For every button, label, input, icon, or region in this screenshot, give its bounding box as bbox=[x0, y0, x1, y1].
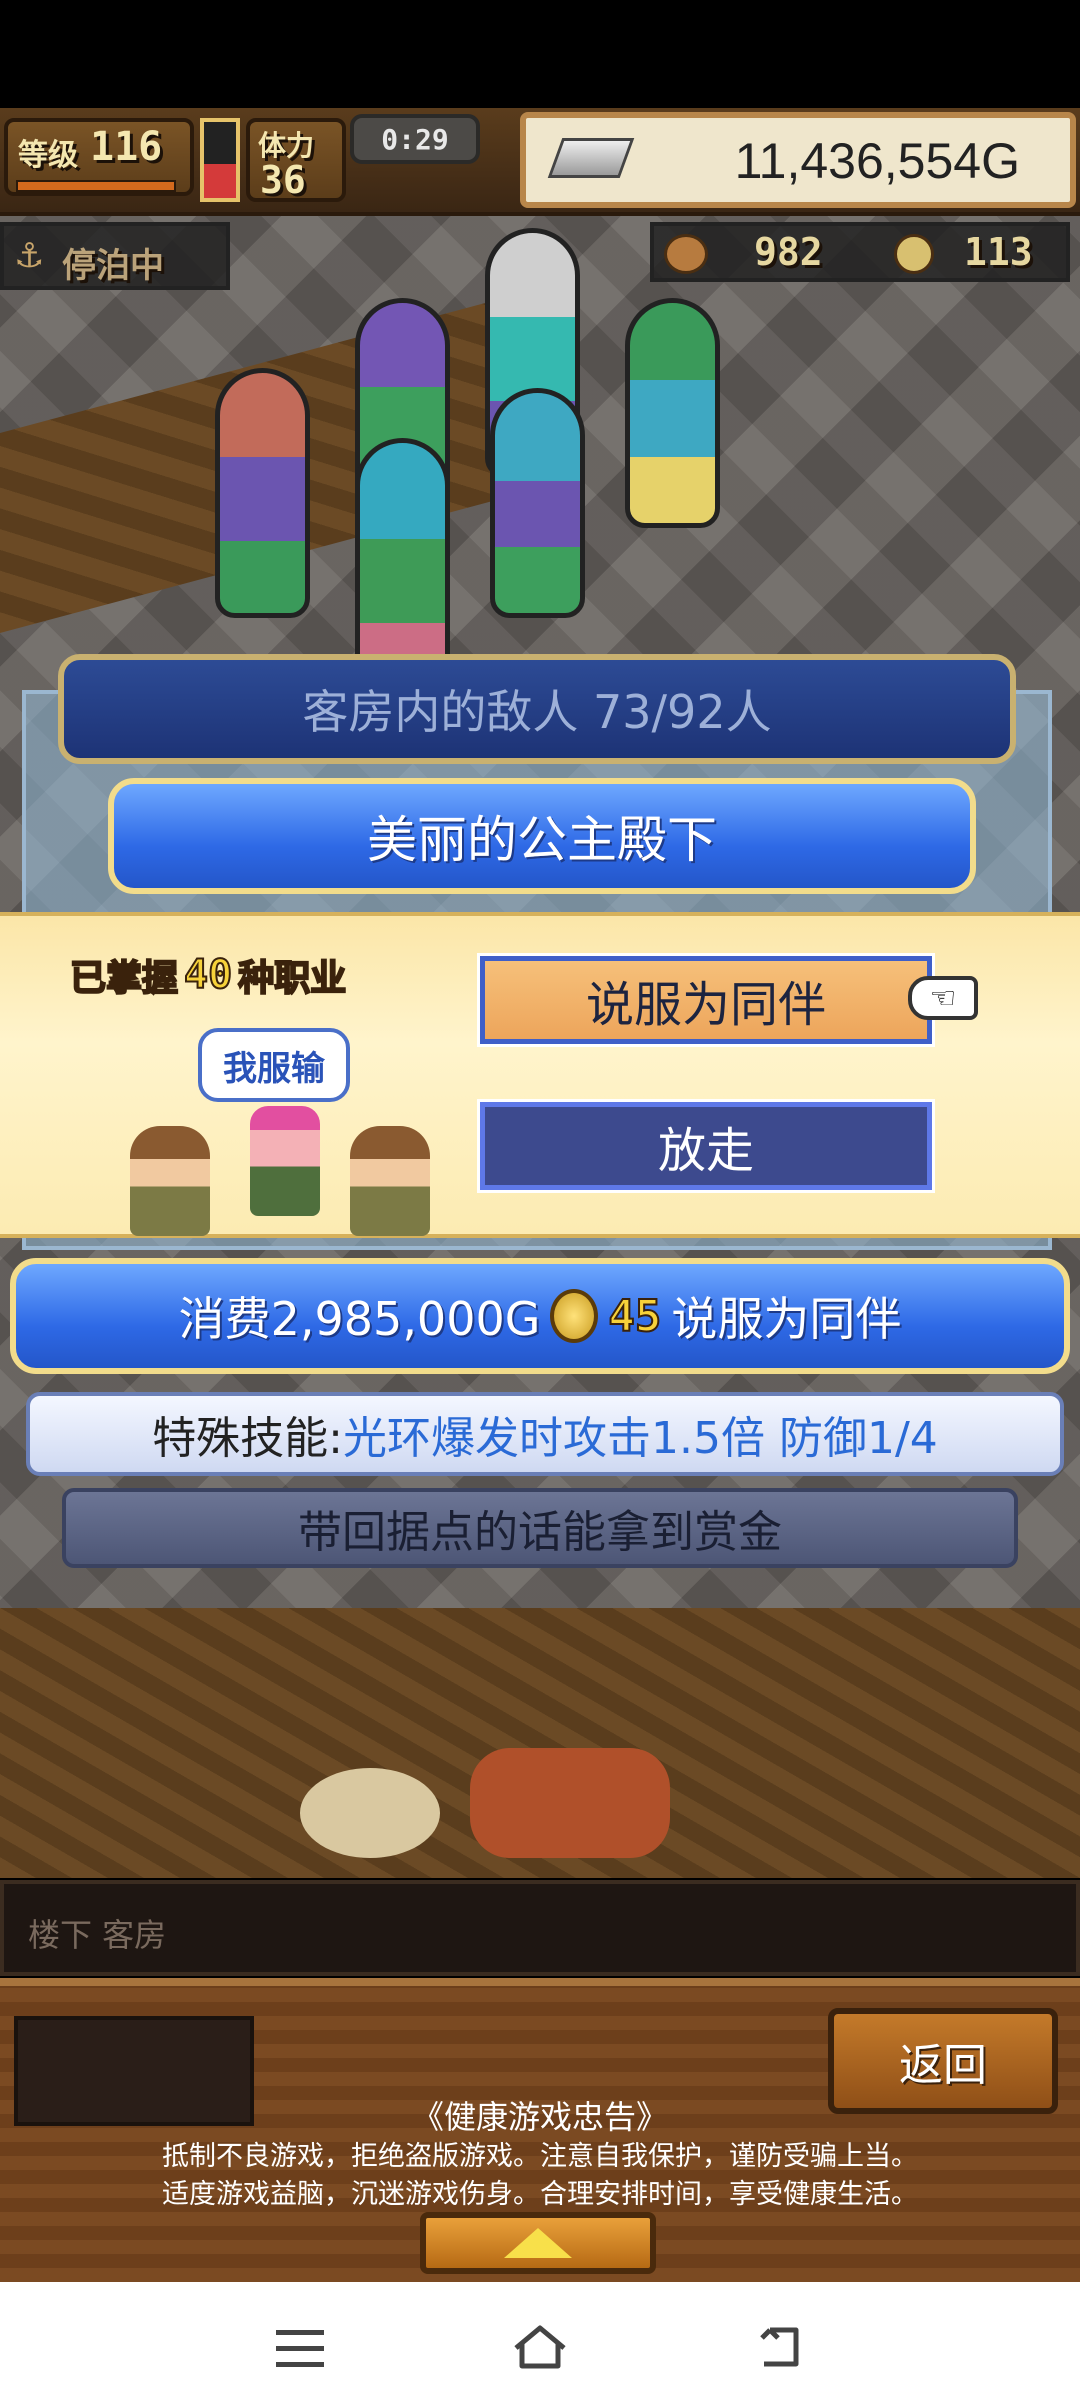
level-value: 116 bbox=[90, 124, 163, 170]
pointing-hand-icon: ☜ bbox=[908, 976, 978, 1020]
character-name-banner: 美丽的公主殿下 bbox=[108, 778, 976, 894]
persuade-button-label: 说服为同伴 bbox=[585, 977, 826, 1033]
jobs-mastered-suffix: 种职业 bbox=[237, 957, 347, 1000]
princess-sprite bbox=[250, 1106, 320, 1216]
speech-bubble-text: 我服输 bbox=[223, 1048, 325, 1089]
cost-coins: 45 bbox=[607, 1290, 662, 1343]
back-icon[interactable] bbox=[756, 2324, 806, 2370]
breadcrumb: 楼下 客房 bbox=[28, 1916, 167, 1954]
expand-button[interactable] bbox=[420, 2212, 656, 2274]
enemy-count-banner: 客房内的敌人 73/92人 bbox=[58, 654, 1016, 764]
food-icon bbox=[664, 234, 708, 274]
return-button-label: 返回 bbox=[899, 2040, 987, 2091]
special-skill-bar: 特殊技能: 光环爆发时攻击1.5倍 防御1/4 bbox=[26, 1392, 1064, 1476]
skill-text: 光环爆发时攻击1.5倍 防御1/4 bbox=[343, 1413, 938, 1464]
enemy-count-label: 客房内的敌人 73/92人 bbox=[302, 685, 772, 739]
gold-coin-icon bbox=[550, 1289, 599, 1343]
bottom-panel: 返回 《健康游戏忠告》 抵制不良游戏，拒绝盗版游戏。注意自我保护，谨防受骗上当。… bbox=[0, 1978, 1080, 2282]
health-advisory-title: 《健康游戏忠告》 bbox=[411, 2098, 668, 2136]
jobs-mastered-prefix: 已掌握 bbox=[69, 957, 179, 1000]
docked-status: 停泊中 bbox=[62, 246, 164, 286]
egg-capsule bbox=[215, 368, 310, 618]
release-button[interactable]: 放走 bbox=[477, 1099, 935, 1193]
timer-box: 0:29 bbox=[350, 114, 480, 164]
money-amount: 11,436,554G bbox=[734, 133, 1020, 189]
stamina-value: 36 bbox=[260, 158, 306, 202]
home-icon[interactable] bbox=[510, 2322, 570, 2372]
silver-bar-icon bbox=[547, 138, 635, 178]
speech-bubble: 我服输 bbox=[198, 1028, 350, 1102]
soldier-sprite-left bbox=[130, 1126, 210, 1236]
coin-icon bbox=[894, 234, 934, 274]
location-bar: 楼下 客房 bbox=[0, 1880, 1080, 1976]
egg-capsule bbox=[625, 298, 720, 528]
egg-capsule bbox=[355, 438, 450, 688]
resources-bar: 982 113 bbox=[650, 222, 1070, 282]
persuade-button[interactable]: 说服为同伴 bbox=[477, 953, 935, 1047]
docked-badge: ⚓ 停泊中 bbox=[0, 222, 230, 290]
level-box: 等级 116 bbox=[4, 118, 194, 196]
cost-prefix: 消费2,985,000G bbox=[178, 1292, 541, 1346]
timer-text: 0:29 bbox=[381, 122, 449, 156]
anchor-icon: ⚓ bbox=[14, 236, 45, 276]
exp-bar bbox=[16, 180, 176, 192]
menu-icon[interactable] bbox=[276, 2330, 324, 2368]
cost-banner[interactable]: 消费2,985,000G 45 说服为同伴 bbox=[10, 1258, 1070, 1374]
choice-panel: 已掌握 40 种职业 我服输 说服为同伴 ☜ 放走 bbox=[0, 912, 1080, 1238]
skill-label: 特殊技能: bbox=[152, 1413, 344, 1464]
stamina-gauge bbox=[200, 118, 240, 202]
bounty-text: 带回据点的话能拿到赏金 bbox=[298, 1507, 782, 1558]
system-nav-bar bbox=[0, 2282, 1080, 2408]
resource1-value: 982 bbox=[754, 230, 823, 274]
character-name: 美丽的公主殿下 bbox=[367, 811, 717, 869]
dragon-sprite bbox=[470, 1748, 670, 1858]
stamina-box: 体力 36 bbox=[246, 118, 346, 202]
health-advisory-line1: 抵制不良游戏，拒绝盗版游戏。注意自我保护，谨防受骗上当。 bbox=[162, 2141, 918, 2172]
level-label: 等级 bbox=[18, 138, 78, 173]
jobs-count: 40 bbox=[183, 951, 233, 999]
health-advisory-line2: 适度游戏益脑，沉迷游戏伤身。合理安排时间，享受健康生活。 bbox=[162, 2179, 918, 2210]
cost-suffix: 说服为同伴 bbox=[671, 1292, 902, 1346]
bounty-bar: 带回据点的话能拿到赏金 bbox=[62, 1488, 1018, 1568]
status-bar bbox=[0, 0, 1080, 108]
food-sprite bbox=[300, 1768, 440, 1858]
soldier-sprite-right bbox=[350, 1126, 430, 1236]
up-arrow-icon bbox=[504, 2228, 572, 2258]
release-button-label: 放走 bbox=[657, 1123, 754, 1179]
jobs-mastered-label: 已掌握 40 种职业 bbox=[69, 946, 420, 1004]
resource2-value: 113 bbox=[964, 230, 1033, 274]
egg-capsule bbox=[490, 388, 585, 618]
